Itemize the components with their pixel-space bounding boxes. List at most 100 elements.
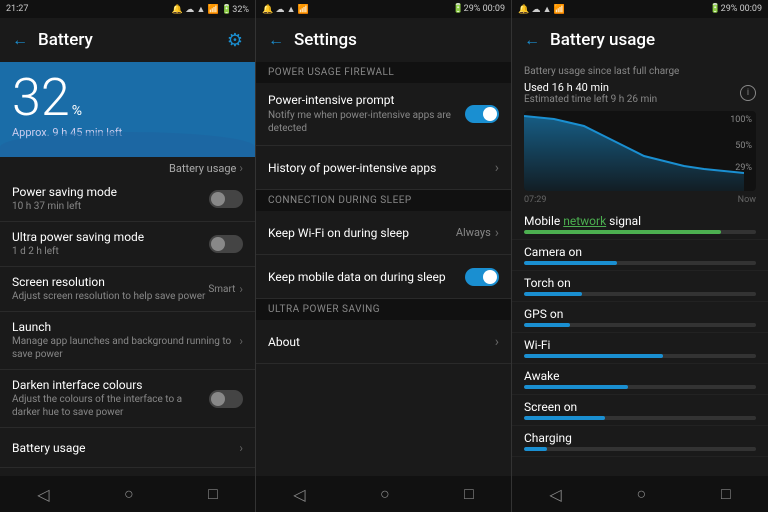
battery-usage-panel: 🔔 ☁ ▲ 📶 🔋29% 00:09 ← Battery usage Batte… bbox=[512, 0, 768, 512]
home-nav-icon[interactable]: ○ bbox=[124, 484, 134, 504]
settings-title: Settings bbox=[294, 30, 357, 50]
battery-settings-list: Power saving mode 10 h 37 min left Ultra… bbox=[0, 177, 255, 476]
list-item[interactable]: Keep Wi-Fi on during sleep Always › bbox=[256, 211, 511, 255]
recent-nav-icon[interactable]: □ bbox=[721, 484, 731, 504]
item-title: About bbox=[268, 335, 495, 349]
list-item[interactable]: History of power-intensive apps › bbox=[256, 146, 511, 190]
item-chevron: › bbox=[239, 334, 243, 348]
highlight-text: network bbox=[563, 214, 606, 228]
list-item: GPS on bbox=[512, 302, 768, 333]
item-title: Screen on bbox=[524, 400, 756, 414]
item-title: Awake bbox=[524, 369, 756, 383]
usage-bar-track bbox=[524, 292, 756, 296]
list-item: Charging bbox=[512, 426, 768, 457]
navbar-p3: ◁ ○ □ bbox=[512, 476, 768, 512]
section-header: Power usage firewall bbox=[256, 62, 511, 83]
list-item[interactable]: Keep mobile data on during sleep bbox=[256, 255, 511, 299]
usage-bar-track bbox=[524, 447, 756, 451]
chart-start-time: 07:29 bbox=[524, 195, 546, 205]
usage-bar-fill bbox=[524, 292, 582, 296]
usage-bar-track bbox=[524, 416, 756, 420]
item-chevron: › bbox=[495, 160, 499, 176]
used-time: Used 16 h 40 min bbox=[524, 81, 657, 94]
statusbar-right-p2: 🔋29% 00:09 bbox=[452, 4, 505, 14]
item-value: Smart bbox=[208, 284, 235, 295]
settings-list: Power usage firewall Power-intensive pro… bbox=[256, 62, 511, 476]
item-value: Always bbox=[456, 226, 491, 239]
item-title: Mobile network signal bbox=[524, 214, 756, 228]
list-item[interactable]: Darken interface colours Adjust the colo… bbox=[0, 370, 255, 428]
statusbar-p2: 🔔 ☁ ▲ 📶 🔋29% 00:09 bbox=[256, 0, 511, 18]
battery-usage-header: ← Battery usage bbox=[512, 18, 768, 62]
section-header: Connection during sleep bbox=[256, 190, 511, 211]
recent-nav-icon[interactable]: □ bbox=[208, 484, 218, 504]
statusbar-icons-p1: 🔔 ☁ ▲ 📶 🔋32% bbox=[172, 4, 249, 15]
list-item[interactable]: About › bbox=[256, 320, 511, 364]
list-item[interactable]: Battery usage › bbox=[0, 428, 255, 468]
list-item: Torch on bbox=[512, 271, 768, 302]
usage-bar-track bbox=[524, 323, 756, 327]
navbar-p1: ◁ ○ □ bbox=[0, 476, 255, 512]
usage-bar-fill bbox=[524, 323, 570, 327]
item-title: Torch on bbox=[524, 276, 756, 290]
section-header: ULTRA POWER SAVING bbox=[256, 299, 511, 320]
usage-bar-fill bbox=[524, 385, 628, 389]
battery-hero: 32 % Approx. 9 h 45 min left bbox=[0, 62, 255, 157]
settings-panel: 🔔 ☁ ▲ 📶 🔋29% 00:09 ← Settings Power usag… bbox=[256, 0, 512, 512]
item-chevron: › bbox=[495, 334, 499, 350]
mobile-data-sleep-toggle[interactable] bbox=[465, 268, 499, 286]
back-button-p2[interactable]: ← bbox=[268, 30, 284, 50]
item-sub: Manage app launches and background runni… bbox=[12, 335, 239, 361]
item-title: Power saving mode bbox=[12, 185, 209, 199]
item-chevron: › bbox=[239, 441, 243, 455]
battery-usage-link[interactable]: Battery usage › bbox=[0, 157, 255, 177]
chart-times: 07:29 Now bbox=[512, 195, 768, 209]
chart-end-time: Now bbox=[738, 195, 756, 205]
usage-list: Mobile network signal Camera on Torch on… bbox=[512, 209, 768, 476]
power-prompt-toggle[interactable] bbox=[465, 105, 499, 123]
item-title: Charging bbox=[524, 431, 756, 445]
usage-bar-track bbox=[524, 354, 756, 358]
statusbar-p1: 21:27 🔔 ☁ ▲ 📶 🔋32% bbox=[0, 0, 255, 18]
list-item[interactable]: Power-intensive prompt Notify me when po… bbox=[256, 83, 511, 146]
darken-interface-toggle[interactable] bbox=[209, 390, 243, 408]
power-saving-toggle[interactable] bbox=[209, 190, 243, 208]
back-button-p1[interactable]: ← bbox=[12, 30, 28, 50]
item-title: Keep mobile data on during sleep bbox=[268, 270, 465, 284]
list-item[interactable]: Screen resolution Adjust screen resoluti… bbox=[0, 267, 255, 312]
item-title: Camera on bbox=[524, 245, 756, 259]
item-chevron: › bbox=[239, 282, 243, 296]
back-nav-icon[interactable]: ◁ bbox=[37, 485, 49, 504]
item-title: Wi-Fi bbox=[524, 338, 756, 352]
battery-pct-symbol: % bbox=[72, 103, 82, 119]
info-icon[interactable]: i bbox=[740, 85, 756, 101]
list-item[interactable]: Power saving mode 10 h 37 min left bbox=[0, 177, 255, 222]
back-button-p3[interactable]: ← bbox=[524, 30, 540, 50]
list-item[interactable]: Optimise › bbox=[0, 468, 255, 476]
chart-svg bbox=[524, 111, 744, 191]
usage-bar-track bbox=[524, 261, 756, 265]
list-item[interactable]: Launch Manage app launches and backgroun… bbox=[0, 312, 255, 370]
item-title: Ultra power saving mode bbox=[12, 230, 209, 244]
recent-nav-icon[interactable]: □ bbox=[464, 484, 474, 504]
settings-icon[interactable]: ⚙ bbox=[227, 30, 243, 51]
usage-bar-track bbox=[524, 385, 756, 389]
back-nav-icon[interactable]: ◁ bbox=[549, 485, 561, 504]
list-item: Camera on bbox=[512, 240, 768, 271]
list-item[interactable]: Ultra power saving mode 1 d 2 h left bbox=[0, 222, 255, 267]
home-nav-icon[interactable]: ○ bbox=[636, 484, 646, 504]
battery-usage-title: Battery usage bbox=[550, 30, 655, 50]
back-nav-icon[interactable]: ◁ bbox=[293, 485, 305, 504]
statusbar-left-p3: 🔔 ☁ ▲ 📶 bbox=[518, 4, 565, 15]
list-item: Awake bbox=[512, 364, 768, 395]
battery-title-group: ← Battery bbox=[12, 30, 93, 50]
ultra-power-toggle[interactable] bbox=[209, 235, 243, 253]
item-title: History of power-intensive apps bbox=[268, 161, 495, 175]
item-title: Launch bbox=[12, 320, 239, 334]
usage-bar-fill bbox=[524, 447, 547, 451]
home-nav-icon[interactable]: ○ bbox=[380, 484, 390, 504]
item-sub: Adjust screen resolution to help save po… bbox=[12, 290, 208, 303]
statusbar-right-p3: 🔋29% 00:09 bbox=[709, 4, 762, 14]
battery-title: Battery bbox=[38, 30, 93, 50]
item-chevron: › bbox=[495, 225, 499, 241]
